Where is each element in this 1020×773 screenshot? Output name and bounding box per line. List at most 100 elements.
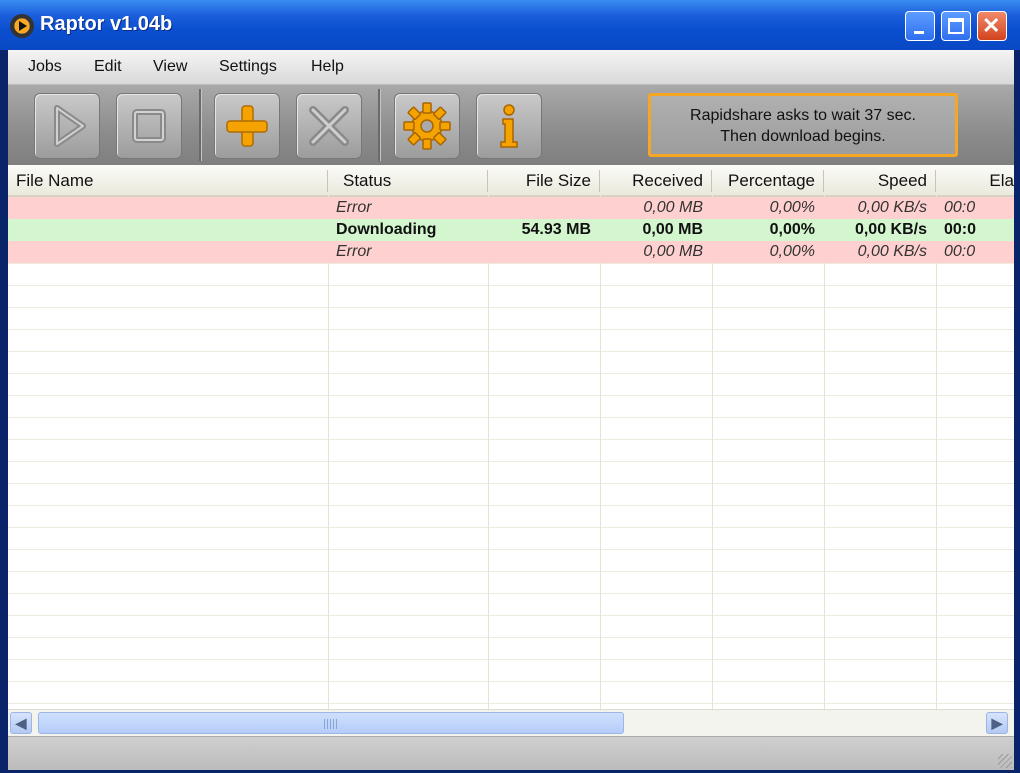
menu-jobs[interactable]: Jobs xyxy=(28,58,62,76)
cell-file-name xyxy=(8,197,327,219)
grid-line xyxy=(8,395,1014,396)
cell-speed: 0,00 KB/s xyxy=(857,243,927,260)
menu-bar: Jobs Edit View Settings Help xyxy=(8,50,1014,85)
cell-file-name xyxy=(8,241,327,263)
download-list[interactable]: File Name Status File Size Received Perc… xyxy=(8,165,1014,709)
info-icon xyxy=(500,104,518,148)
horizontal-scrollbar[interactable]: ◀ ▶ xyxy=(8,709,1014,737)
menu-help[interactable]: Help xyxy=(311,58,344,76)
cell-elapsed: 00:0 xyxy=(944,221,977,238)
cell-percentage: 0,00% xyxy=(769,199,815,216)
cell-speed: 0,00 KB/s xyxy=(857,199,927,216)
grid-line xyxy=(8,417,1014,418)
grid-line xyxy=(8,483,1014,484)
cell-status: Downloading xyxy=(336,221,437,238)
column-divider[interactable] xyxy=(327,170,328,192)
cell-received: 0,00 MB xyxy=(642,221,703,238)
cell-speed: 0,00 KB/s xyxy=(854,221,927,238)
cell-received: 0,00 MB xyxy=(643,243,703,260)
cell-received: 0,00 MB xyxy=(643,199,703,216)
cell-file-size: 54.93 MB xyxy=(521,221,591,238)
remove-button[interactable] xyxy=(296,93,362,159)
cell-percentage: 0,00% xyxy=(769,243,815,260)
grid-line xyxy=(8,439,1014,440)
column-header-percentage[interactable]: Percentage xyxy=(712,165,823,195)
column-header-elapsed[interactable]: Ela xyxy=(936,165,1014,195)
notice-line-1: Rapidshare asks to wait 37 sec. xyxy=(690,107,916,124)
status-bar xyxy=(8,736,1014,770)
play-icon xyxy=(54,105,86,147)
grid-line xyxy=(8,351,1014,352)
grid-line xyxy=(8,307,1014,308)
info-button[interactable] xyxy=(476,93,542,159)
grid-line xyxy=(8,637,1014,638)
cell-status: Error xyxy=(336,199,372,216)
minimize-button[interactable] xyxy=(905,11,935,41)
stop-icon xyxy=(132,109,166,143)
grid-line xyxy=(8,263,1014,264)
list-header: File Name Status File Size Received Perc… xyxy=(8,165,1014,197)
grid-line xyxy=(8,703,1014,704)
maximize-button[interactable] xyxy=(941,11,971,41)
add-button[interactable] xyxy=(214,93,280,159)
column-header-file-size[interactable]: File Size xyxy=(488,165,599,195)
cell-status: Error xyxy=(336,243,372,260)
minimize-icon xyxy=(914,31,924,34)
close-icon: ✕ xyxy=(982,13,1001,38)
app-window: Raptor v1.04b ✕ Jobs Edit View Settings … xyxy=(0,0,1020,773)
column-header-speed[interactable]: Speed xyxy=(824,165,935,195)
grid-line xyxy=(8,373,1014,374)
cell-elapsed: 00:0 xyxy=(944,199,976,216)
grid-line xyxy=(8,571,1014,572)
column-gridline xyxy=(328,195,329,709)
scroll-thumb[interactable] xyxy=(38,712,624,734)
cell-percentage: 0,00% xyxy=(769,221,815,238)
maximize-icon xyxy=(948,18,964,34)
menu-edit[interactable]: Edit xyxy=(94,58,122,76)
wait-notice: Rapidshare asks to wait 37 sec. Then dow… xyxy=(648,93,958,157)
column-header-file-name[interactable]: File Name xyxy=(8,165,327,195)
close-button[interactable]: ✕ xyxy=(977,11,1007,41)
app-logo-icon xyxy=(10,14,34,38)
grid-line xyxy=(8,285,1014,286)
column-gridline xyxy=(824,195,825,709)
table-row[interactable]: Downloading 54.93 MB 0,00 MB 0,00% 0,00 KB/s… xyxy=(8,219,1014,241)
column-gridline xyxy=(936,195,937,709)
menu-view[interactable]: View xyxy=(153,58,187,76)
cell-elapsed: 00:0 xyxy=(944,243,976,260)
resize-grip-icon[interactable] xyxy=(998,754,1012,768)
column-header-received[interactable]: Received xyxy=(600,165,711,195)
toolbar-separator xyxy=(199,89,202,161)
grid-line xyxy=(8,329,1014,330)
window-title: Raptor v1.04b xyxy=(40,13,173,35)
table-row[interactable]: Error 0,00 MB 0,00% 0,00 KB/s 00:0 xyxy=(8,197,1014,219)
cell-file-name xyxy=(8,219,327,241)
toolbar: Rapidshare asks to wait 37 sec. Then dow… xyxy=(8,85,1014,165)
column-gridline xyxy=(488,195,489,709)
title-bar[interactable]: Raptor v1.04b ✕ xyxy=(0,0,1020,50)
column-gridline xyxy=(712,195,713,709)
add-icon xyxy=(226,105,268,147)
column-header-status[interactable]: Status xyxy=(335,165,487,195)
grid-line xyxy=(8,659,1014,660)
grip-icon xyxy=(324,719,338,729)
settings-button[interactable] xyxy=(394,93,460,159)
cell-file-size xyxy=(488,197,599,219)
scroll-left-button[interactable]: ◀ xyxy=(10,712,32,734)
table-row[interactable]: Error 0,00 MB 0,00% 0,00 KB/s 00:0 xyxy=(8,241,1014,263)
grid-line xyxy=(8,615,1014,616)
grid-line xyxy=(8,549,1014,550)
grid-line xyxy=(8,681,1014,682)
remove-icon xyxy=(309,106,349,146)
stop-button[interactable] xyxy=(116,93,182,159)
start-button[interactable] xyxy=(34,93,100,159)
cell-file-size xyxy=(488,241,599,263)
toolbar-separator xyxy=(378,89,381,161)
settings-gear-icon xyxy=(403,102,451,150)
menu-settings[interactable]: Settings xyxy=(219,58,277,76)
notice-line-2: Then download begins. xyxy=(720,128,886,145)
grid-line xyxy=(8,593,1014,594)
column-gridline xyxy=(600,195,601,709)
scroll-right-button[interactable]: ▶ xyxy=(986,712,1008,734)
grid-line xyxy=(8,505,1014,506)
